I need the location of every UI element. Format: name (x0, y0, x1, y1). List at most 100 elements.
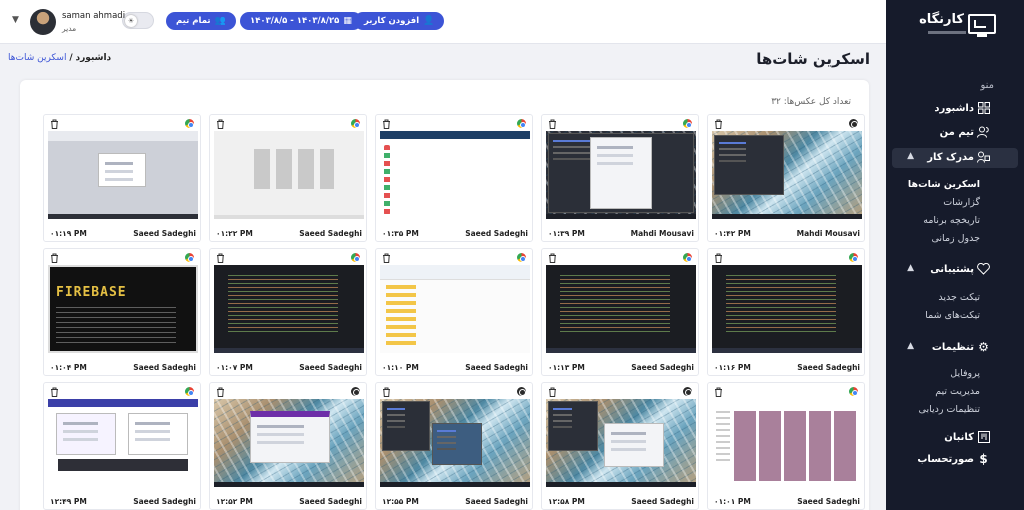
trash-icon[interactable] (382, 119, 391, 129)
trash-icon[interactable] (548, 387, 557, 397)
screenshot-card[interactable]: ۱۲:۵۵ PM Saeed Sadeghi (375, 382, 533, 510)
chevron-down-icon[interactable]: ▼ (12, 15, 19, 25)
screenshot-card[interactable]: ۱۲:۴۹ PM Saeed Sadeghi (43, 382, 201, 510)
trash-icon[interactable] (714, 119, 723, 129)
employee-name: Mahdi Mousavi (796, 229, 860, 238)
chrome-icon (185, 253, 194, 262)
sidebar: کارنگاه منو داشبورد تیم من مدرک کار ▲ اس… (886, 0, 1024, 510)
submenu-team-management[interactable]: مدیریت تیم (935, 386, 980, 397)
screenshot-thumbnail[interactable] (712, 131, 862, 219)
chevron-up-icon[interactable]: ▲ (907, 341, 914, 351)
sidebar-item-label: تیم من (939, 127, 974, 138)
screenshot-card[interactable]: ۰۱:۳۵ PM Saeed Sadeghi (375, 114, 533, 242)
sidebar-item-work-evidence[interactable]: مدرک کار ▲ (892, 148, 1018, 168)
sidebar-item-dashboard[interactable]: داشبورد (892, 99, 1018, 119)
sidebar-item-label: مدرک کار (927, 152, 974, 163)
screenshot-card[interactable]: ۱۲:۵۸ PM Saeed Sadeghi (541, 382, 699, 510)
chrome-icon (683, 253, 692, 262)
screenshot-card[interactable]: ۱۲:۵۲ PM Saeed Sadeghi (209, 382, 367, 510)
screenshot-thumbnail[interactable] (214, 131, 364, 219)
trash-icon[interactable] (50, 119, 59, 129)
logo-tagline-bar (928, 31, 966, 34)
trash-icon[interactable] (216, 253, 225, 263)
trash-icon[interactable] (216, 387, 225, 397)
sidebar-item-label: داشبورد (934, 103, 974, 114)
screenshot-thumbnail[interactable] (546, 265, 696, 353)
screenshot-card[interactable]: ۰۱:۰۱ PM Saeed Sadeghi (707, 382, 865, 510)
chevron-up-icon[interactable]: ▲ (907, 151, 914, 161)
breadcrumb-current[interactable]: اسکرین شات‌ها (8, 53, 66, 63)
screenshot-thumbnail[interactable] (712, 399, 862, 487)
sidebar-item-billing[interactable]: $ صورتحساب (892, 450, 1018, 470)
screenshot-thumbnail[interactable] (546, 399, 696, 487)
screenshot-thumbnail[interactable] (380, 131, 530, 219)
screenshot-thumbnail[interactable] (380, 399, 530, 487)
capture-time: ۰۱:۴۲ PM (714, 229, 751, 238)
employee-name: Saeed Sadeghi (797, 363, 860, 372)
sidebar-item-kanban[interactable]: کانبان (892, 428, 1018, 448)
trash-icon[interactable] (714, 253, 723, 263)
employee-name: Saeed Sadeghi (299, 497, 362, 506)
screenshot-card[interactable]: ۰۱:۴۲ PM Mahdi Mousavi (707, 114, 865, 242)
trash-icon[interactable] (50, 253, 59, 263)
trash-icon[interactable] (382, 387, 391, 397)
employee-name: Saeed Sadeghi (465, 229, 528, 238)
submenu-new-ticket[interactable]: تیکت جدید (938, 292, 980, 303)
whole-team-button[interactable]: 👥تمام تیم (166, 12, 236, 30)
screenshot-thumbnail[interactable] (546, 131, 696, 219)
trash-icon[interactable] (216, 119, 225, 129)
submenu-screenshots[interactable]: اسکرین شات‌ها (908, 179, 980, 190)
screenshot-card[interactable]: ۰۱:۳۹ PM Mahdi Mousavi (541, 114, 699, 242)
submenu-app-history[interactable]: تاریخچه برنامه (923, 215, 980, 226)
submenu-profile[interactable]: پروفایل (950, 368, 980, 379)
screenshot-thumbnail[interactable] (380, 265, 530, 353)
dark-browser-icon (849, 119, 858, 128)
team-users-icon (977, 126, 990, 139)
screenshot-card[interactable]: ۰۱:۱۳ PM Saeed Sadeghi (541, 248, 699, 376)
screenshot-card[interactable]: ۰۱:۱۶ PM Saeed Sadeghi (707, 248, 865, 376)
employee-name: Saeed Sadeghi (133, 229, 196, 238)
sidebar-item-support[interactable]: پشتیبانی ▲ (892, 260, 1018, 280)
screenshot-card[interactable]: ۰۱:۱۰ PM Saeed Sadeghi (375, 248, 533, 376)
dark-browser-icon (351, 387, 360, 396)
capture-time: ۱۲:۵۵ PM (382, 497, 419, 506)
top-bar: 👤افزودن کاربر ▦۱۴۰۳/۸/۲۵ - ۱۴۰۳/۸/۵ 👥تما… (0, 0, 886, 44)
chrome-icon (683, 119, 692, 128)
screenshot-thumbnail[interactable] (48, 399, 198, 487)
capture-time: ۰۱:۰۴ PM (50, 363, 87, 372)
employee-name: Saeed Sadeghi (133, 363, 196, 372)
screenshot-card[interactable]: ۰۱:۰۷ PM Saeed Sadeghi (209, 248, 367, 376)
capture-time: ۱۲:۵۸ PM (548, 497, 585, 506)
trash-icon[interactable] (714, 387, 723, 397)
screenshot-card[interactable]: ۰۱:۲۲ PM Saeed Sadeghi (209, 114, 367, 242)
trash-icon[interactable] (382, 253, 391, 263)
sidebar-item-my-team[interactable]: تیم من (892, 123, 1018, 143)
screenshot-card[interactable]: ۰۱:۱۹ PM Saeed Sadeghi (43, 114, 201, 242)
submenu-timeline[interactable]: جدول زمانی (931, 233, 980, 244)
screenshot-thumbnail[interactable] (48, 265, 198, 353)
trash-icon[interactable] (548, 119, 557, 129)
sidebar-item-label: تنظیمات (931, 342, 974, 353)
submenu-reports[interactable]: گزارشات (943, 197, 980, 208)
screenshot-thumbnail[interactable] (214, 265, 364, 353)
screenshot-thumbnail[interactable] (214, 399, 364, 487)
logo[interactable]: کارنگاه (912, 12, 996, 42)
trash-icon[interactable] (50, 387, 59, 397)
submenu-tracking-settings[interactable]: تنظیمات ردیابی (919, 404, 980, 415)
billing-dollar-icon: $ (979, 452, 988, 466)
chevron-up-icon[interactable]: ▲ (907, 263, 914, 273)
submenu-your-tickets[interactable]: تیکت‌های شما (925, 310, 980, 321)
sidebar-item-settings[interactable]: ⚙ تنظیمات ▲ (892, 338, 1018, 358)
avatar[interactable] (30, 9, 56, 35)
theme-toggle[interactable]: ☀ (122, 12, 154, 29)
trash-icon[interactable] (548, 253, 557, 263)
user-name: saman ahmadi (62, 11, 126, 21)
screenshot-card[interactable]: ۰۱:۰۴ PM Saeed Sadeghi (43, 248, 201, 376)
add-user-button[interactable]: 👤افزودن کاربر (354, 12, 445, 30)
screenshot-thumbnail[interactable] (48, 131, 198, 219)
support-heart-icon (977, 262, 990, 276)
date-range-picker[interactable]: ▦۱۴۰۳/۸/۲۵ - ۱۴۰۳/۸/۵ (240, 12, 362, 30)
add-user-label: افزودن کاربر (364, 16, 420, 26)
breadcrumb-home[interactable]: داشبورد (76, 53, 112, 63)
screenshot-thumbnail[interactable] (712, 265, 862, 353)
